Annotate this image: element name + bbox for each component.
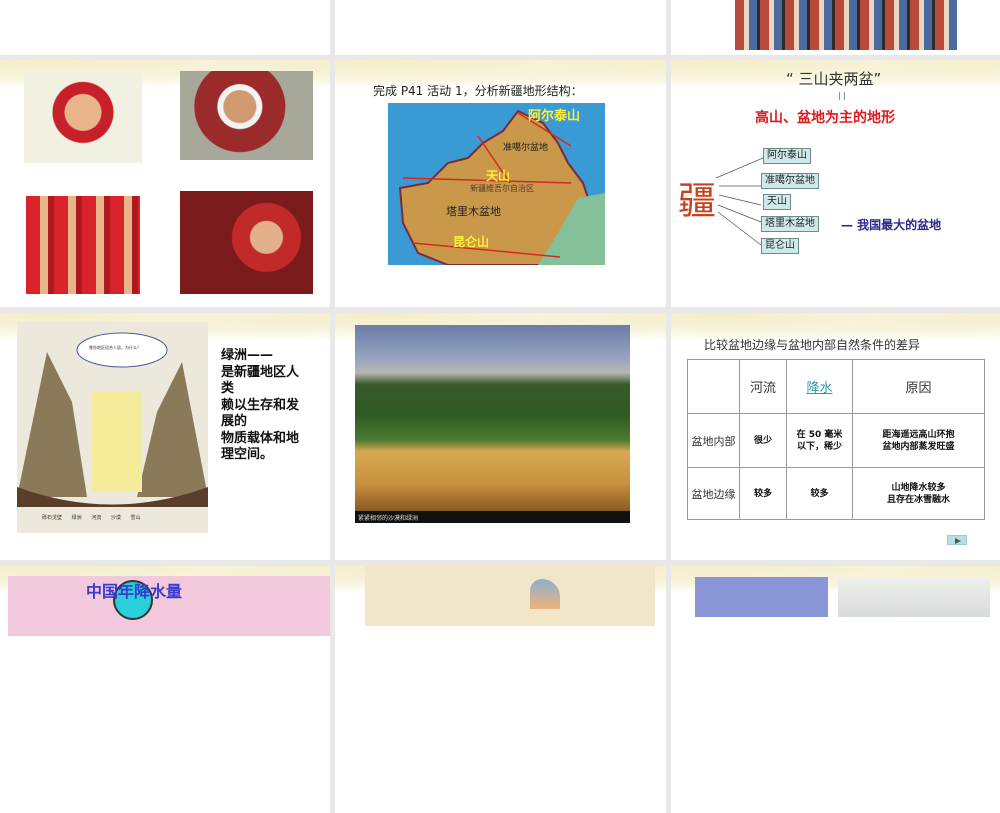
oasis-text: 绿洲—— 是新疆地区人类赖以生存和发 展的 物质载体和地 理空间。 — [221, 348, 300, 462]
slide-thumbnail-5[interactable]: 完成 P41 活动 1，分析新疆地形结构： 阿尔泰山 准噶尔盆地 天山 新疆维吾… — [335, 60, 666, 307]
precipitation-title: 中国年降水量 — [86, 582, 183, 601]
map-label-kunlun: 昆仑山 — [453, 235, 490, 249]
table-row: 盆地边缘 较多 较多 山地降水较多 且存在冰雪融水 — [687, 467, 985, 520]
thought-bubble-text: 哪些地区适合人居，为什么？ — [89, 345, 141, 350]
oasis-diagram: 哪些地区适合人居，为什么？ 砾石戈壁 绿洲 河流 沙漠 雪山 — [17, 322, 208, 533]
relief-map — [365, 566, 655, 626]
slide-thumbnail-8[interactable]: 紧紧相邻的沙漠和绿洲 — [335, 313, 666, 560]
map-label-tianshan: 天山 — [486, 169, 511, 183]
landscape-photo — [838, 577, 990, 617]
slide-thumbnail-4[interactable] — [0, 60, 330, 307]
slide-thumbnail-6[interactable]: “ 三山夹两盆” | | 高山、盆地为主的地形 疆 阿尔泰山 准噶尔盆地 天山 … — [671, 60, 1000, 307]
slide-thumbnail-7[interactable]: 哪些地区适合人居，为什么？ 砾石戈壁 绿洲 河流 沙漠 雪山 绿洲—— 是新疆地区… — [0, 313, 330, 560]
slide-thumbnail-10[interactable]: 中国年降水量 — [0, 566, 330, 813]
mother-child-photo — [180, 191, 313, 294]
slide-thumbnail-11[interactable] — [335, 566, 666, 813]
table-header-row: 河流 降水 原因 — [687, 359, 985, 414]
slide-thumbnail-3[interactable] — [671, 0, 1000, 55]
table-title: 比较盆地边缘与盆地内部自然条件的差异 — [704, 338, 921, 352]
map-region — [530, 579, 560, 609]
instruction-text: 完成 P41 活动 1，分析新疆地形结构： — [373, 84, 583, 98]
oasis-illustration — [17, 332, 208, 507]
people-photo — [735, 0, 957, 50]
comparison-table: 河流 降水 原因 盆地内部 很少 在 50 毫米 以下，稀少 距海遥远高山环抱 … — [687, 359, 985, 520]
slide-thumbnail-9[interactable]: 比较盆地边缘与盆地内部自然条件的差异 河流 降水 原因 盆地内部 很少 在 50… — [671, 313, 1000, 560]
ethnic-women-photo — [26, 196, 140, 294]
slide-thumbnail-12[interactable] — [671, 566, 1000, 813]
diagram-box-kunlun: 昆仑山 — [761, 238, 799, 254]
photo-caption: 紧紧相邻的沙漠和绿洲 — [358, 515, 419, 522]
play-icon[interactable] — [947, 535, 967, 545]
connector-arrows — [715, 157, 764, 246]
diagram-box-altai: 阿尔泰山 — [763, 148, 811, 164]
ethnic-portrait-photo — [24, 71, 142, 163]
diagram-box-junggar: 准噶尔盆地 — [761, 173, 819, 189]
diagram-box-tarim: 塔里木盆地 — [761, 216, 819, 232]
map-label-tarim: 塔里木盆地 — [446, 205, 501, 218]
map-label-altai: 阿尔泰山 — [528, 109, 581, 124]
map-label-junggar: 准噶尔盆地 — [503, 143, 549, 153]
desert-oasis-photo — [355, 325, 630, 523]
sky-photo — [695, 577, 828, 617]
table-row: 盆地内部 很少 在 50 毫米 以下，稀少 距海遥远高山环抱 盆地内部蒸发旺盛 — [687, 413, 985, 468]
diagram-box-tianshan: 天山 — [763, 194, 791, 210]
slide-thumbnail-1[interactable] — [0, 0, 330, 55]
precipitation-link[interactable]: 降水 — [786, 359, 853, 414]
diagram-labels: 砾石戈壁 绿洲 河流 沙漠 雪山 — [42, 515, 141, 521]
ethnic-man-photo — [180, 71, 313, 160]
xinjiang-map: 阿尔泰山 准噶尔盆地 天山 新疆维吾尔自治区 塔里木盆地 昆仑山 — [388, 103, 607, 266]
map-label-xinjiang: 新疆维吾尔自治区 — [470, 184, 534, 193]
largest-basin-note: — 我国最大的盆地 — [841, 218, 942, 232]
slide-thumbnail-2[interactable] — [335, 0, 666, 55]
